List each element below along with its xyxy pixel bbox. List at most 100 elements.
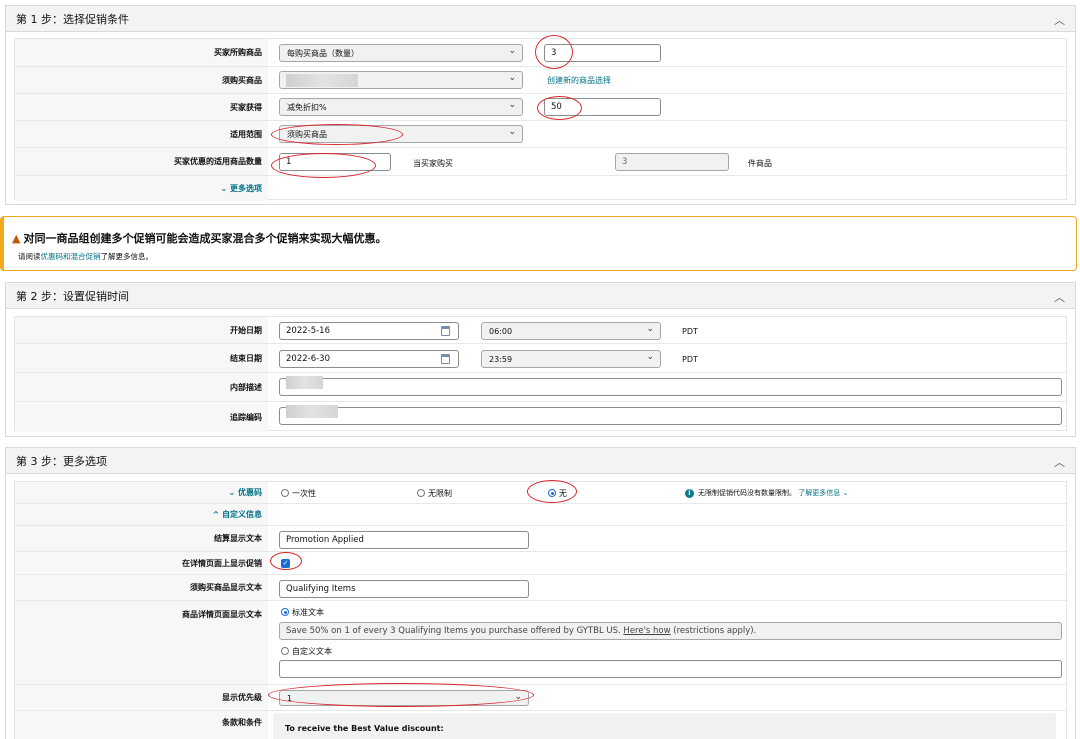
row-internal-desc: 内部描述 xyxy=(15,373,1066,402)
chevron-down-icon: ⌄ xyxy=(646,324,654,334)
row-discount-qty: 买家优惠的适用商品数量 1 当买家购买 3 件商品 xyxy=(15,148,1066,176)
info-icon: i xyxy=(685,489,694,498)
standard-text-display: Save 50% on 1 of every 3 Qualifying Item… xyxy=(279,622,1062,640)
buyer-purchases-select[interactable]: 每购买商品（数量） ⌄ xyxy=(279,44,523,62)
end-time-value: 23:59 xyxy=(489,354,513,364)
priority-select[interactable]: 1 ⌄ xyxy=(279,690,529,706)
calendar-icon[interactable] xyxy=(441,326,450,336)
items-text: 件商品 xyxy=(748,159,772,168)
row-more-options: ⌄ 更多选项 xyxy=(15,176,1066,201)
chevron-down-icon: ⌄ xyxy=(508,100,516,110)
scope-select[interactable]: 须购买商品 ⌄ xyxy=(279,125,523,143)
chevron-down-icon: ⌄ xyxy=(228,488,238,497)
end-date-input[interactable]: 2022-6-30 xyxy=(279,350,459,368)
warning-title-text: 对同一商品组创建多个促销可能会造成买家混合多个促销来实现大幅优惠。 xyxy=(23,232,387,245)
calendar-icon[interactable] xyxy=(441,354,450,364)
terms-label: 条款和条件 xyxy=(15,711,268,739)
row-scope: 适用范围 须购买商品 ⌄ xyxy=(15,121,1066,148)
priority-label: 显示优先级 xyxy=(15,685,268,710)
radio-selected-icon xyxy=(548,489,556,497)
custom-text-option[interactable]: 自定义文本 xyxy=(281,646,332,657)
chevron-up-icon[interactable]: ︿ xyxy=(1054,289,1065,305)
step2-section: 第 2 步：设置促销时间 ︿ 开始日期 2022-5-16 06:00 ⌄ PD… xyxy=(5,282,1076,437)
checkout-text-input[interactable]: Promotion Applied xyxy=(279,531,529,549)
step1-section: 第 1 步：选择促销条件 ︿ 买家所购商品 每购买商品（数量） ⌄ 3 须购买商… xyxy=(5,5,1076,205)
buyer-gets-amount-input[interactable]: 50 xyxy=(544,98,661,116)
qualifying-text-label: 须购买商品显示文本 xyxy=(15,575,268,600)
when-buy-input: 3 xyxy=(615,153,729,171)
qualifying-text-input[interactable]: Qualifying Items xyxy=(279,580,529,598)
coupon-info-text: 无限制促销代码没有数量限制。 xyxy=(698,489,796,497)
required-items-select[interactable]: ⌄ xyxy=(279,71,523,89)
internal-desc-input[interactable] xyxy=(279,376,1062,396)
row-checkout-text: 结算显示文本 Promotion Applied xyxy=(15,526,1066,552)
buyer-gets-label: 买家获得 xyxy=(15,94,268,120)
tracking-input[interactable] xyxy=(279,405,1062,425)
start-date-input[interactable]: 2022-5-16 xyxy=(279,322,459,340)
buyer-purchases-select-value: 每购买商品（数量） xyxy=(287,48,359,58)
standard-text-label: 标准文本 xyxy=(292,608,324,617)
coupon-option-onetime-label: 一次性 xyxy=(292,489,316,498)
buyer-gets-select[interactable]: 减免折扣% ⌄ xyxy=(279,98,523,116)
coupon-option-unlimited[interactable]: 无限制 xyxy=(417,488,452,499)
custom-text-input[interactable] xyxy=(279,660,1062,678)
discount-qty-label: 买家优惠的适用商品数量 xyxy=(15,148,268,175)
show-on-detail-checkbox[interactable]: ✓ xyxy=(281,559,290,568)
redacted-value xyxy=(286,405,338,418)
create-selection-link[interactable]: 创建新的商品选择 xyxy=(547,75,611,86)
standard-text-option[interactable]: 标准文本 xyxy=(281,607,324,618)
priority-select-value: 1 xyxy=(287,693,293,703)
warning-sub: 请阅读优惠码和混合促销了解更多信息。 xyxy=(18,251,153,262)
start-date-label: 开始日期 xyxy=(15,317,268,343)
chevron-up-icon: ^ xyxy=(212,510,222,519)
radio-icon xyxy=(417,489,425,497)
buyer-gets-select-value: 减免折扣% xyxy=(287,102,327,112)
checkout-text-label: 结算显示文本 xyxy=(15,526,268,551)
warning-alert: ▲ 对同一商品组创建多个促销可能会造成买家混合多个促销来实现大幅优惠。 请阅读优惠… xyxy=(0,216,1077,271)
required-items-label: 须购买商品 xyxy=(15,67,268,93)
chevron-up-icon[interactable]: ︿ xyxy=(1054,12,1065,28)
custom-info-toggle[interactable]: ^ 自定义信息 xyxy=(15,504,268,525)
learn-more-link[interactable]: 了解更多信息 xyxy=(798,489,840,497)
step2-body: 开始日期 2022-5-16 06:00 ⌄ PDT 结束日期 2022-6-3… xyxy=(14,316,1067,432)
end-date-label: 结束日期 xyxy=(15,344,268,372)
row-end-date: 结束日期 2022-6-30 23:59 ⌄ PDT xyxy=(15,344,1066,373)
row-start-date: 开始日期 2022-5-16 06:00 ⌄ PDT xyxy=(15,317,1066,344)
chevron-down-icon: ⌄ xyxy=(220,184,230,193)
chevron-down-icon: ⌄ xyxy=(508,127,516,137)
warning-sub-suffix: 了解更多信息。 xyxy=(100,252,154,261)
coupon-option-none-label: 无 xyxy=(559,489,567,498)
coupon-mix-link[interactable]: 优惠码和混合促销 xyxy=(41,252,101,261)
scope-label: 适用范围 xyxy=(15,121,268,147)
end-time-select[interactable]: 23:59 ⌄ xyxy=(481,350,661,368)
discount-qty-input[interactable]: 1 xyxy=(279,153,391,171)
chevron-up-icon[interactable]: ︿ xyxy=(1054,454,1065,470)
step3-section: 第 3 步：更多选项 ︿ ⌄ 优惠码 一次性 无限制 无 i 无限制促销代码没有数… xyxy=(5,447,1076,739)
step1-body: 买家所购商品 每购买商品（数量） ⌄ 3 须购买商品 ⌄ 创建新的商品选择 买家… xyxy=(14,38,1067,201)
buyer-purchases-qty-input[interactable]: 3 xyxy=(544,44,661,62)
step3-header[interactable]: 第 3 步：更多选项 ︿ xyxy=(6,448,1075,474)
coupon-option-none[interactable]: 无 xyxy=(548,488,567,499)
start-timezone: PDT xyxy=(682,327,698,336)
tracking-label: 追踪编码 xyxy=(15,402,268,432)
start-date-value: 2022-5-16 xyxy=(286,326,330,336)
terms-label-text: 条款和条件 xyxy=(222,718,262,727)
end-date-value: 2022-6-30 xyxy=(286,354,330,364)
step1-header[interactable]: 第 1 步：选择促销条件 ︿ xyxy=(6,6,1075,32)
more-options-label: 更多选项 xyxy=(230,184,262,193)
row-tracking: 追踪编码 xyxy=(15,402,1066,432)
coupon-option-onetime[interactable]: 一次性 xyxy=(281,488,316,499)
row-priority: 显示优先级 1 ⌄ xyxy=(15,685,1066,711)
heres-how-link[interactable]: Here's how xyxy=(623,626,670,636)
chevron-down-icon[interactable]: ⌄ xyxy=(840,489,848,497)
start-time-select[interactable]: 06:00 ⌄ xyxy=(481,322,661,340)
custom-info-label: 自定义信息 xyxy=(222,510,262,519)
detail-text-label-text: 商品详情页面显示文本 xyxy=(182,610,262,619)
step2-header[interactable]: 第 2 步：设置促销时间 ︿ xyxy=(6,283,1075,309)
coupon-toggle[interactable]: ⌄ 优惠码 xyxy=(15,482,268,503)
standard-text-prefix: Save 50% on 1 of every 3 Qualifying Item… xyxy=(286,626,621,636)
chevron-down-icon: ⌄ xyxy=(508,73,516,83)
custom-text-label: 自定义文本 xyxy=(292,647,332,656)
redacted-value xyxy=(286,376,323,389)
more-options-link[interactable]: ⌄ 更多选项 xyxy=(15,176,268,201)
